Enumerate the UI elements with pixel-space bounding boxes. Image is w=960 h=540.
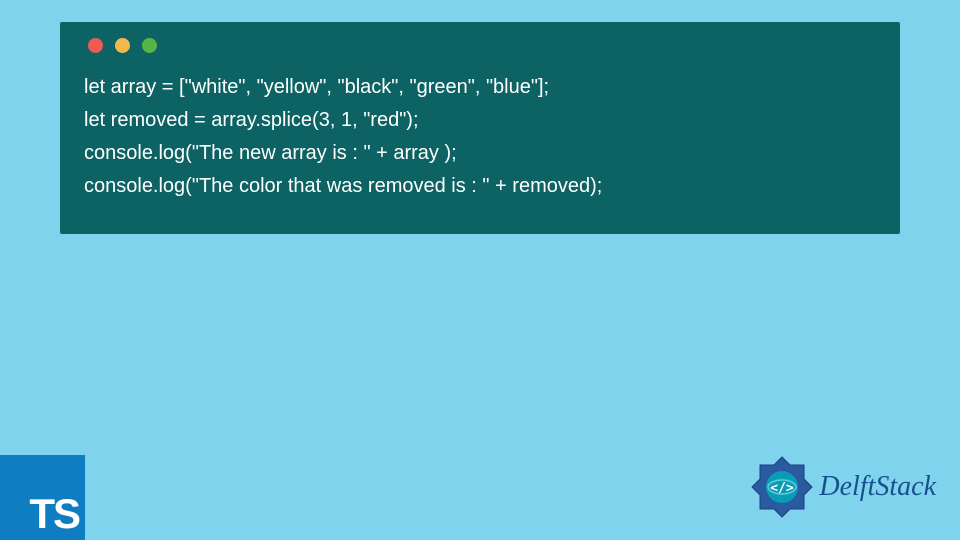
code-line: let removed = array.splice(3, 1, "red"); [84, 104, 876, 137]
code-line: let array = ["white", "yellow", "black",… [84, 71, 876, 104]
typescript-badge: TS [0, 455, 85, 540]
code-line: console.log("The new array is : " + arra… [84, 137, 876, 170]
ts-badge-label: TS [29, 490, 79, 538]
svg-text:</>: </> [771, 481, 795, 496]
minimize-icon [115, 38, 130, 53]
brand-logo: </> DelftStack [749, 454, 936, 520]
delftstack-icon: </> [749, 454, 815, 520]
code-panel: let array = ["white", "yellow", "black",… [60, 22, 900, 234]
close-icon [88, 38, 103, 53]
window-controls [88, 38, 876, 53]
brand-name: DelftStack [819, 471, 936, 503]
maximize-icon [142, 38, 157, 53]
code-line: console.log("The color that was removed … [84, 170, 876, 203]
